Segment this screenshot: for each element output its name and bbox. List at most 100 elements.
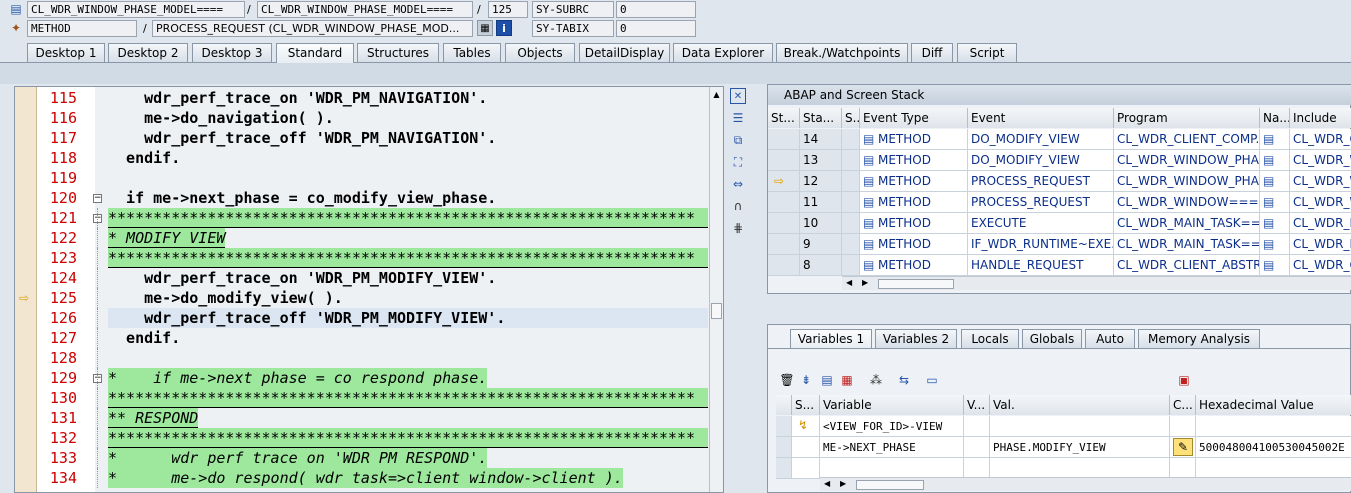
code-line[interactable]: 134 * me->do respond( wdr task=>client wi… bbox=[15, 468, 723, 488]
navigate-icon[interactable]: ▤ bbox=[1263, 132, 1274, 146]
tab-auto[interactable]: Auto bbox=[1085, 329, 1135, 349]
scroll-thumb[interactable] bbox=[856, 480, 924, 490]
tab-locals[interactable]: Locals bbox=[961, 329, 1019, 349]
tree-icon[interactable]: ⋕ bbox=[730, 220, 746, 236]
display-object-icon[interactable]: ▦ bbox=[477, 20, 493, 36]
scroll-left-icon[interactable]: ◀ bbox=[824, 478, 830, 490]
maximize-icon[interactable]: ⛶ bbox=[730, 154, 746, 170]
code-line[interactable]: 124 wdr_perf_trace_on 'WDR_PM_MODIFY_VIE… bbox=[15, 268, 723, 288]
col-event[interactable]: Event bbox=[968, 108, 1114, 128]
col-event-type[interactable]: Event Type bbox=[860, 108, 968, 128]
code-line[interactable]: 117 wdr_perf_trace_off 'WDR_PM_NAVIGATIO… bbox=[15, 128, 723, 148]
col-name[interactable]: Na... bbox=[1260, 108, 1290, 128]
col-v[interactable]: V... bbox=[964, 395, 990, 415]
tab-variables-1[interactable]: Variables 1 bbox=[790, 329, 872, 349]
code-line[interactable]: 116 me->do_navigation( ). bbox=[15, 108, 723, 128]
code-line[interactable]: 130 *************************************… bbox=[15, 388, 723, 408]
tab-desktop-1[interactable]: Desktop 1 bbox=[27, 43, 105, 63]
code-line[interactable]: 118 endif. bbox=[15, 148, 723, 168]
col-program[interactable]: Program bbox=[1114, 108, 1260, 128]
tab-tables[interactable]: Tables bbox=[443, 43, 501, 63]
tab-script[interactable]: Script bbox=[957, 43, 1017, 63]
navigate-icon[interactable]: ▤ bbox=[1263, 237, 1274, 251]
navigate-icon[interactable]: ▤ bbox=[1263, 195, 1274, 209]
vars-horizontal-scrollbar[interactable]: ◀ ▶ bbox=[820, 477, 1351, 491]
tab-breakpoints[interactable]: Break./Watchpoints bbox=[776, 43, 908, 63]
code-line[interactable]: 125 me->do_modify_view( ). bbox=[15, 288, 723, 308]
folder-icon[interactable]: ▭ bbox=[924, 372, 940, 388]
copy-icon[interactable]: ⧉ bbox=[730, 132, 746, 148]
col-hex[interactable]: Hexadecimal Value bbox=[1196, 395, 1351, 415]
variable-row[interactable]: ME->NEXT_PHASE PHASE.MODIFY_VIEW 500048004… bbox=[768, 437, 1351, 458]
code-line[interactable]: 120 − if me->next_phase = co_modify_view_… bbox=[15, 188, 723, 208]
swap-icon[interactable]: ⇆ bbox=[896, 372, 912, 388]
list-icon[interactable]: ▤ bbox=[819, 372, 835, 388]
col-variable[interactable]: Variable bbox=[820, 395, 964, 415]
code-line[interactable]: 123 *************************************… bbox=[15, 248, 723, 268]
navigate-icon[interactable]: ▤ bbox=[1263, 216, 1274, 230]
code-line[interactable]: 115 wdr_perf_trace_on 'WDR_PM_NAVIGATION… bbox=[15, 88, 723, 108]
code-line[interactable]: 133 * wdr perf trace on 'WDR PM RESPOND'. bbox=[15, 448, 723, 468]
stack-horizontal-scrollbar[interactable]: ◀ ▶ bbox=[842, 276, 1351, 290]
stack-row[interactable]: 14 ▤ METHOD DO_MODIFY_VIEW CL_WDR_CLIENT_COM… bbox=[768, 129, 1351, 150]
export-icon[interactable]: ▦ bbox=[839, 372, 855, 388]
variable-row[interactable]: <VIEW_FOR_ID>-VIEW ↯ bbox=[768, 416, 1351, 437]
variable-cell-variable[interactable]: <VIEW_FOR_ID>-VIEW bbox=[820, 416, 964, 437]
tab-standard[interactable]: Standard bbox=[276, 43, 354, 63]
navigate-icon[interactable]: ▤ bbox=[1263, 258, 1274, 272]
tab-desktop-2[interactable]: Desktop 2 bbox=[108, 43, 188, 63]
sysvar-field-1[interactable]: SY-SUBRC bbox=[532, 1, 614, 18]
col-stack[interactable]: Sta... bbox=[800, 108, 842, 128]
import-icon[interactable]: ⇟ bbox=[798, 372, 814, 388]
close-icon[interactable]: ✕ bbox=[730, 88, 746, 104]
stack-row[interactable]: 11 ▤ METHOD PROCESS_REQUEST CL_WDR_WINDOW===… bbox=[768, 192, 1351, 213]
headset-icon[interactable]: ∩ bbox=[730, 198, 746, 214]
stack-row[interactable]: 10 ▤ METHOD EXECUTE CL_WDR_MAIN_TASK==... ▤ CL… bbox=[768, 213, 1351, 234]
tab-objects[interactable]: Objects bbox=[505, 43, 575, 63]
resize-icon[interactable]: ⇔ bbox=[730, 176, 746, 192]
settings-icon[interactable]: ☰ bbox=[730, 110, 746, 126]
hierarchy-icon[interactable]: ⁂ bbox=[868, 372, 884, 388]
code-line[interactable]: 126 wdr_perf_trace_off 'WDR_PM_MODIFY_VI… bbox=[15, 308, 723, 328]
tab-memory-analysis[interactable]: Memory Analysis bbox=[1138, 329, 1260, 349]
col-status[interactable]: St... bbox=[768, 108, 800, 128]
scroll-right-icon[interactable]: ▶ bbox=[840, 478, 846, 490]
code-line[interactable]: 127 endif. bbox=[15, 328, 723, 348]
scroll-thumb[interactable] bbox=[711, 303, 722, 319]
sysvar-field-2[interactable]: SY-TABIX bbox=[532, 20, 614, 37]
variable-cell-variable[interactable]: ME->NEXT_PHASE bbox=[820, 437, 964, 458]
edit-value-icon[interactable]: ✎ bbox=[1173, 438, 1193, 456]
tab-variables-2[interactable]: Variables 2 bbox=[875, 329, 957, 349]
delete-icon[interactable]: 🗑 bbox=[779, 372, 795, 388]
tab-diff[interactable]: Diff bbox=[911, 43, 953, 63]
editor-vertical-scrollbar[interactable]: ▲ bbox=[709, 87, 723, 492]
tab-data-explorer[interactable]: Data Explorer bbox=[673, 43, 773, 63]
navigate-icon[interactable]: ▤ bbox=[1263, 174, 1274, 188]
tab-globals[interactable]: Globals bbox=[1022, 329, 1082, 349]
code-line[interactable]: 122 * MODIFY VIEW bbox=[15, 228, 723, 248]
code-line[interactable]: 121− ************************************… bbox=[15, 208, 723, 228]
fold-toggle-icon[interactable]: − bbox=[93, 194, 102, 203]
info-icon[interactable]: i bbox=[496, 20, 512, 36]
code-line[interactable]: 129− * if me->next phase = co respond pha… bbox=[15, 368, 723, 388]
tab-detaildisplay[interactable]: DetailDisplay bbox=[579, 43, 670, 63]
code-line[interactable]: 131 ** RESPOND bbox=[15, 408, 723, 428]
navigate-icon[interactable]: ▤ bbox=[1263, 153, 1274, 167]
variable-row[interactable] bbox=[768, 458, 1351, 479]
stack-row[interactable]: 13 ▤ METHOD DO_MODIFY_VIEW CL_WDR_WINDOW_PHA… bbox=[768, 150, 1351, 171]
col-include[interactable]: Include bbox=[1290, 108, 1351, 128]
tab-structures[interactable]: Structures bbox=[357, 43, 439, 63]
col-value[interactable]: Val. bbox=[990, 395, 1170, 415]
scroll-thumb[interactable] bbox=[878, 279, 954, 289]
variable-cell-variable[interactable] bbox=[820, 458, 964, 479]
source-code-editor[interactable]: 115 wdr_perf_trace_on 'WDR_PM_NAVIGATION… bbox=[14, 86, 724, 493]
scroll-right-icon[interactable]: ▶ bbox=[862, 277, 868, 289]
stack-row[interactable]: 8 ▤ METHOD HANDLE_REQUEST CL_WDR_CLIENT_ABST… bbox=[768, 255, 1351, 276]
scroll-up-icon[interactable]: ▲ bbox=[711, 89, 722, 100]
code-line[interactable]: 119 bbox=[15, 168, 723, 188]
col-status[interactable]: S... bbox=[792, 395, 820, 415]
scroll-left-icon[interactable]: ◀ bbox=[846, 277, 852, 289]
tab-desktop-3[interactable]: Desktop 3 bbox=[192, 43, 272, 63]
col-s[interactable]: S... bbox=[842, 108, 860, 128]
code-line[interactable]: 128 bbox=[15, 348, 723, 368]
